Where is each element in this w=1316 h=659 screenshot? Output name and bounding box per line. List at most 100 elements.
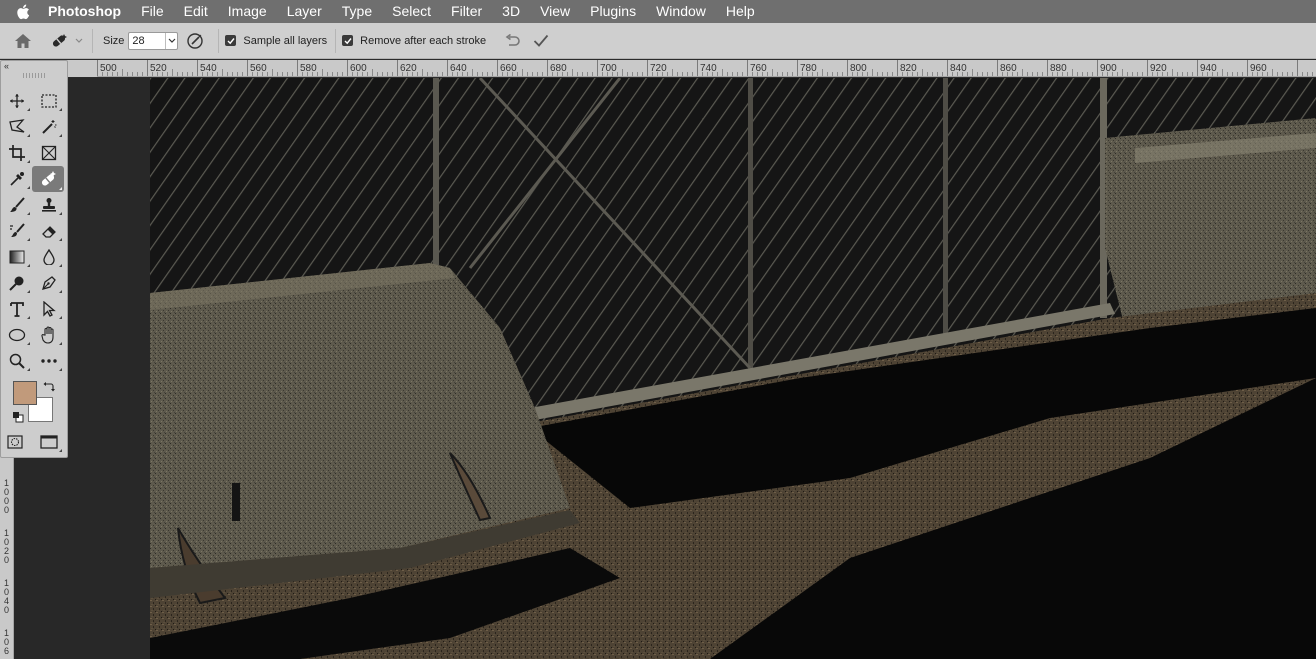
shape-tool-button[interactable] — [2, 323, 32, 347]
blur-tool-button[interactable] — [34, 245, 64, 269]
ruler-minor-tick — [722, 69, 723, 76]
photo-fence-barrier-image[interactable] — [150, 78, 1316, 659]
sample-all-layers-checkbox[interactable]: Sample all layers — [225, 35, 327, 47]
lasso-tool-button[interactable] — [2, 115, 32, 139]
horizontal-ruler[interactable]: 500 520 540 560 580 600 620 640 660 680 … — [97, 60, 1316, 77]
ruler-minor-tick — [402, 72, 403, 76]
ruler-minor-tick — [1017, 72, 1018, 76]
ruler-minor-tick — [952, 72, 953, 76]
ruler-minor-tick — [792, 72, 793, 76]
magic-wand-button[interactable] — [34, 115, 64, 139]
zoom-tool-button[interactable] — [2, 349, 32, 373]
ruler-minor-tick — [442, 72, 443, 76]
ruler-minor-tick — [412, 72, 413, 76]
collapse-panel-icon[interactable]: « — [4, 61, 9, 71]
ruler-minor-tick — [1107, 72, 1108, 76]
menu-edit[interactable]: Edit — [174, 0, 218, 23]
ruler-minor-tick — [492, 72, 493, 76]
document-canvas[interactable] — [150, 78, 1316, 659]
remove-after-stroke-checkbox[interactable]: Remove after each stroke — [342, 35, 486, 47]
menu-filter[interactable]: Filter — [441, 0, 492, 23]
foreground-color-swatch[interactable] — [13, 381, 37, 405]
ruler-minor-tick — [892, 72, 893, 76]
ruler-minor-tick — [742, 72, 743, 76]
ruler-minor-tick — [787, 72, 788, 76]
menu-layer[interactable]: Layer — [277, 0, 332, 23]
rectangular-marquee-icon — [41, 94, 57, 108]
eyedropper-icon — [10, 172, 24, 186]
ruler-minor-tick — [512, 72, 513, 76]
commit-button[interactable] — [526, 28, 556, 54]
panel-grip[interactable] — [23, 73, 45, 78]
ruler-minor-tick — [1302, 72, 1303, 76]
path-selection-button[interactable] — [34, 297, 64, 321]
menu-3d[interactable]: 3D — [492, 0, 530, 23]
dodge-tool-button[interactable] — [2, 271, 32, 295]
screen-mode-button[interactable] — [34, 430, 64, 454]
quick-mask-button[interactable] — [1, 430, 29, 454]
pen-tool-button[interactable] — [34, 271, 64, 295]
default-colors-icon[interactable] — [12, 410, 24, 428]
more-tools-button[interactable] — [34, 349, 64, 373]
cancel-button[interactable] — [500, 28, 526, 54]
checkbox-checked-icon[interactable] — [342, 35, 354, 46]
chevron-down-icon — [75, 38, 83, 43]
menu-file[interactable]: File — [131, 0, 174, 23]
brush-tool-button[interactable] — [2, 193, 32, 217]
ruler-minor-tick — [1227, 72, 1228, 76]
pressure-size-button[interactable] — [178, 28, 212, 54]
size-field[interactable]: 28 — [128, 31, 179, 50]
home-button[interactable] — [0, 28, 46, 54]
ellipse-tool-icon — [8, 328, 26, 342]
ruler-minor-tick — [407, 72, 408, 76]
ruler-minor-tick — [992, 72, 993, 76]
apple-menu-icon[interactable] — [0, 4, 46, 20]
ruler-minor-tick — [437, 72, 438, 76]
swap-colors-icon[interactable] — [43, 379, 55, 397]
clone-stamp-button[interactable] — [34, 193, 64, 217]
gradient-tool-button[interactable] — [2, 245, 32, 269]
menu-plugins[interactable]: Plugins — [580, 0, 646, 23]
size-value[interactable]: 28 — [129, 35, 165, 47]
ruler-minor-tick — [1127, 72, 1128, 76]
eyedropper-tool-button[interactable] — [2, 167, 32, 191]
menu-window[interactable]: Window — [646, 0, 716, 23]
ruler-minor-tick — [1077, 72, 1078, 76]
ruler-minor-tick — [1152, 72, 1153, 76]
type-tool-button[interactable] — [2, 297, 32, 321]
hand-tool-button[interactable] — [34, 323, 64, 347]
ruler-minor-tick — [457, 72, 458, 76]
blur-tool-icon — [43, 249, 55, 265]
ruler-minor-tick — [127, 72, 128, 76]
eraser-tool-button[interactable] — [34, 219, 64, 243]
frame-tool-button[interactable] — [34, 141, 64, 165]
menu-image[interactable]: Image — [218, 0, 277, 23]
history-brush-button[interactable] — [2, 219, 32, 243]
marquee-tool-button[interactable] — [34, 89, 64, 113]
menu-bar: Photoshop File Edit Image Layer Type Sel… — [0, 0, 1316, 23]
size-dropdown[interactable] — [165, 32, 177, 49]
ruler-minor-tick — [757, 72, 758, 76]
ruler-minor-tick — [152, 72, 153, 76]
menu-photoshop[interactable]: Photoshop — [46, 0, 131, 23]
ruler-minor-tick — [1112, 72, 1113, 76]
menu-view[interactable]: View — [530, 0, 580, 23]
remove-tool-button[interactable] — [32, 166, 64, 192]
ruler-minor-tick — [172, 69, 173, 76]
tool-preset-picker[interactable] — [46, 28, 86, 54]
ruler-minor-tick — [1192, 72, 1193, 76]
ruler-minor-tick — [517, 72, 518, 76]
checkbox-checked-icon[interactable] — [225, 35, 237, 46]
menu-select[interactable]: Select — [382, 0, 441, 23]
crop-tool-button[interactable] — [2, 141, 32, 165]
ruler-minor-tick — [1167, 72, 1168, 76]
history-brush-icon — [10, 223, 25, 237]
menu-type[interactable]: Type — [332, 0, 382, 23]
menu-help[interactable]: Help — [716, 0, 765, 23]
move-tool-button[interactable] — [2, 89, 32, 113]
ruler-minor-tick — [1267, 72, 1268, 76]
ruler-minor-tick — [542, 72, 543, 76]
ruler-minor-tick — [427, 72, 428, 76]
ruler-minor-tick — [1187, 72, 1188, 76]
ruler-minor-tick — [702, 72, 703, 76]
